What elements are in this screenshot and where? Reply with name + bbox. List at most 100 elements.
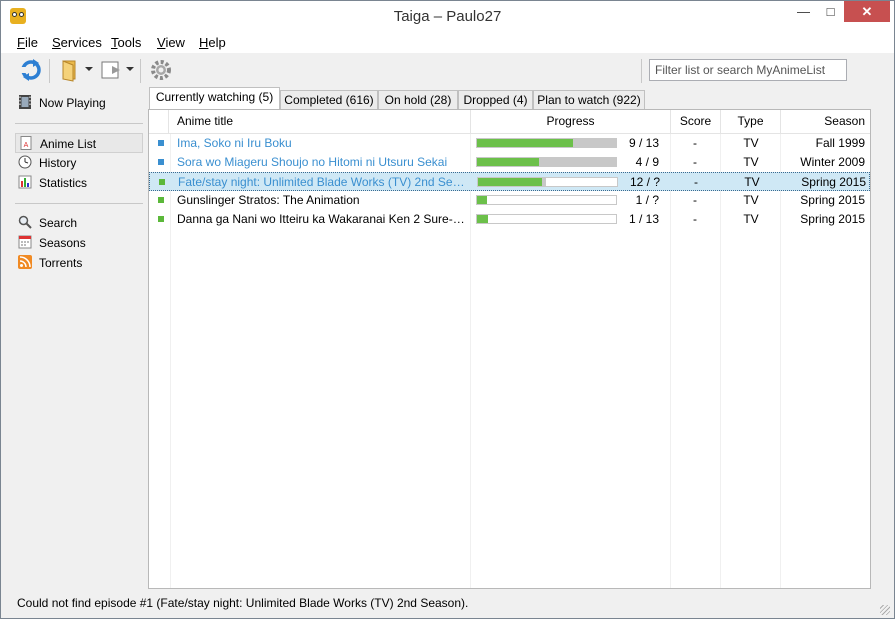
anime-season: Spring 2015 bbox=[801, 175, 866, 189]
score-value: - bbox=[693, 136, 697, 150]
sidebar-label-torrents: Torrents bbox=[39, 256, 83, 270]
score-value: - bbox=[693, 193, 697, 207]
tab-currently-watching[interactable]: Currently watching (5) bbox=[149, 87, 280, 110]
anime-title[interactable]: Ima, Soko ni Iru Boku bbox=[177, 134, 465, 153]
sidebar-label-history: History bbox=[39, 156, 77, 170]
table-row[interactable]: Danna ga Nani wo Itteiru ka Wakaranai Ke… bbox=[149, 210, 870, 229]
anime-type: TV bbox=[743, 155, 759, 169]
airing-status-indicator bbox=[158, 140, 164, 146]
airing-status-indicator bbox=[158, 159, 164, 165]
tab-plan-to-watch[interactable]: Plan to watch (922) bbox=[533, 90, 645, 109]
sidebar-item-torrents[interactable]: Torrents bbox=[15, 253, 143, 273]
sidebar-item-now-playing[interactable]: Now Playing bbox=[15, 93, 143, 113]
resize-grip[interactable] bbox=[880, 605, 890, 615]
anime-list-view[interactable]: Anime title Progress Score Type Season I… bbox=[148, 109, 871, 589]
table-row[interactable]: Sora wo Miageru Shoujo no Hitomi ni Utsu… bbox=[149, 153, 870, 172]
anime-title[interactable]: Fate/stay night: Unlimited Blade Works (… bbox=[178, 173, 466, 192]
folder-dropdown-arrow[interactable] bbox=[85, 67, 93, 71]
menu-services[interactable]: Services bbox=[52, 35, 102, 50]
toolbar-separator bbox=[49, 59, 50, 83]
sidebar-label-statistics: Statistics bbox=[39, 176, 88, 190]
column-header-title[interactable]: Anime title bbox=[169, 110, 471, 133]
title-bar[interactable]: Taiga – Paulo27 — □ ✕ bbox=[1, 1, 894, 31]
progress-count: 9 / 13 bbox=[628, 136, 659, 150]
progress-count: 12 / ? bbox=[629, 175, 660, 189]
anime-title[interactable]: Danna ga Nani wo Itteiru ka Wakaranai Ke… bbox=[177, 210, 465, 229]
clock-icon bbox=[18, 155, 32, 169]
progress-bar[interactable] bbox=[476, 195, 617, 205]
sidebar-label-search: Search bbox=[39, 216, 78, 230]
sidebar-label-anime-list: Anime List bbox=[40, 137, 97, 151]
sidebar-item-anime-list[interactable]: A Anime List bbox=[15, 133, 143, 153]
toolbar-separator bbox=[140, 59, 141, 83]
progress-count: 1 / ? bbox=[635, 193, 659, 207]
sidebar-separator bbox=[15, 123, 143, 124]
table-row[interactable]: Ima, Soko ni Iru Boku 9 / 13 - TV Fall 1999 bbox=[149, 134, 870, 153]
status-bar: Could not find episode #1 (Fate/stay nig… bbox=[1, 590, 894, 618]
minimize-button[interactable]: — bbox=[790, 1, 817, 22]
sidebar: Now Playing A Anime List History Statist… bbox=[1, 89, 148, 589]
sidebar-item-history[interactable]: History bbox=[15, 153, 143, 173]
tab-completed[interactable]: Completed (616) bbox=[280, 90, 378, 109]
menu-view[interactable]: View bbox=[157, 35, 185, 50]
window-title: Taiga – Paulo27 bbox=[393, 8, 502, 25]
toolbar-separator bbox=[641, 59, 642, 83]
search-icon bbox=[18, 215, 32, 229]
anime-season: Spring 2015 bbox=[800, 193, 865, 207]
tab-dropped[interactable]: Dropped (4) bbox=[458, 90, 533, 109]
film-icon bbox=[19, 95, 31, 109]
progress-bar-watched bbox=[477, 158, 539, 166]
main-window: Taiga – Paulo27 — □ ✕ File Services Tool… bbox=[0, 0, 895, 619]
menu-help[interactable]: Help bbox=[199, 35, 226, 50]
anime-type: TV bbox=[743, 136, 759, 150]
progress-bar-watched bbox=[477, 215, 488, 223]
status-message: Could not find episode #1 (Fate/stay nig… bbox=[17, 596, 469, 610]
progress-bar[interactable] bbox=[476, 157, 617, 167]
folder-icon[interactable] bbox=[59, 58, 83, 82]
anime-title[interactable]: Sora wo Miageru Shoujo no Hitomi ni Utsu… bbox=[177, 153, 465, 172]
anime-season: Winter 2009 bbox=[800, 155, 865, 169]
progress-bar[interactable] bbox=[476, 138, 617, 148]
column-header-progress[interactable]: Progress bbox=[471, 110, 671, 133]
anime-type: TV bbox=[743, 193, 759, 207]
sidebar-item-seasons[interactable]: Seasons bbox=[15, 233, 143, 253]
column-header-score[interactable]: Score bbox=[671, 110, 721, 133]
table-row[interactable]: Fate/stay night: Unlimited Blade Works (… bbox=[149, 172, 870, 191]
anime-season: Spring 2015 bbox=[800, 212, 865, 226]
menu-bar: File Services Tools View Help bbox=[1, 31, 894, 53]
score-value: - bbox=[694, 175, 698, 189]
export-dropdown-arrow[interactable] bbox=[126, 67, 134, 71]
refresh-icon[interactable] bbox=[19, 58, 43, 82]
sidebar-item-statistics[interactable]: Statistics bbox=[15, 173, 143, 193]
svg-text:A: A bbox=[24, 142, 29, 149]
anime-title[interactable]: Gunslinger Stratos: The Animation bbox=[177, 191, 465, 210]
score-value: - bbox=[693, 155, 697, 169]
menu-file[interactable]: File bbox=[17, 35, 38, 50]
score-value: - bbox=[693, 212, 697, 226]
sidebar-label-now-playing: Now Playing bbox=[39, 96, 106, 110]
close-button[interactable]: ✕ bbox=[844, 1, 890, 22]
progress-bar-watched bbox=[478, 178, 542, 186]
progress-count: 1 / 13 bbox=[628, 212, 659, 226]
rss-feed-icon bbox=[18, 255, 32, 269]
progress-bar-watched bbox=[477, 139, 573, 147]
column-header-status[interactable] bbox=[149, 110, 169, 133]
table-row[interactable]: Gunslinger Stratos: The Animation 1 / ? - T… bbox=[149, 191, 870, 210]
filter-search-input[interactable] bbox=[649, 59, 847, 81]
progress-bar[interactable] bbox=[477, 177, 618, 187]
settings-icon[interactable] bbox=[149, 58, 173, 82]
export-icon[interactable] bbox=[100, 58, 124, 82]
progress-bar[interactable] bbox=[476, 214, 617, 224]
anime-list-icon: A bbox=[20, 136, 32, 150]
column-header-type[interactable]: Type bbox=[721, 110, 781, 133]
menu-tools[interactable]: Tools bbox=[111, 35, 141, 50]
anime-season: Fall 1999 bbox=[815, 136, 865, 150]
progress-count: 4 / 9 bbox=[635, 155, 659, 169]
airing-status-indicator bbox=[158, 197, 164, 203]
sidebar-item-search[interactable]: Search bbox=[15, 213, 143, 233]
sidebar-label-seasons: Seasons bbox=[39, 236, 86, 250]
tab-on-hold[interactable]: On hold (28) bbox=[378, 90, 458, 109]
maximize-button[interactable]: □ bbox=[817, 1, 844, 22]
anime-type: TV bbox=[743, 212, 759, 226]
column-header-season[interactable]: Season bbox=[781, 110, 870, 133]
